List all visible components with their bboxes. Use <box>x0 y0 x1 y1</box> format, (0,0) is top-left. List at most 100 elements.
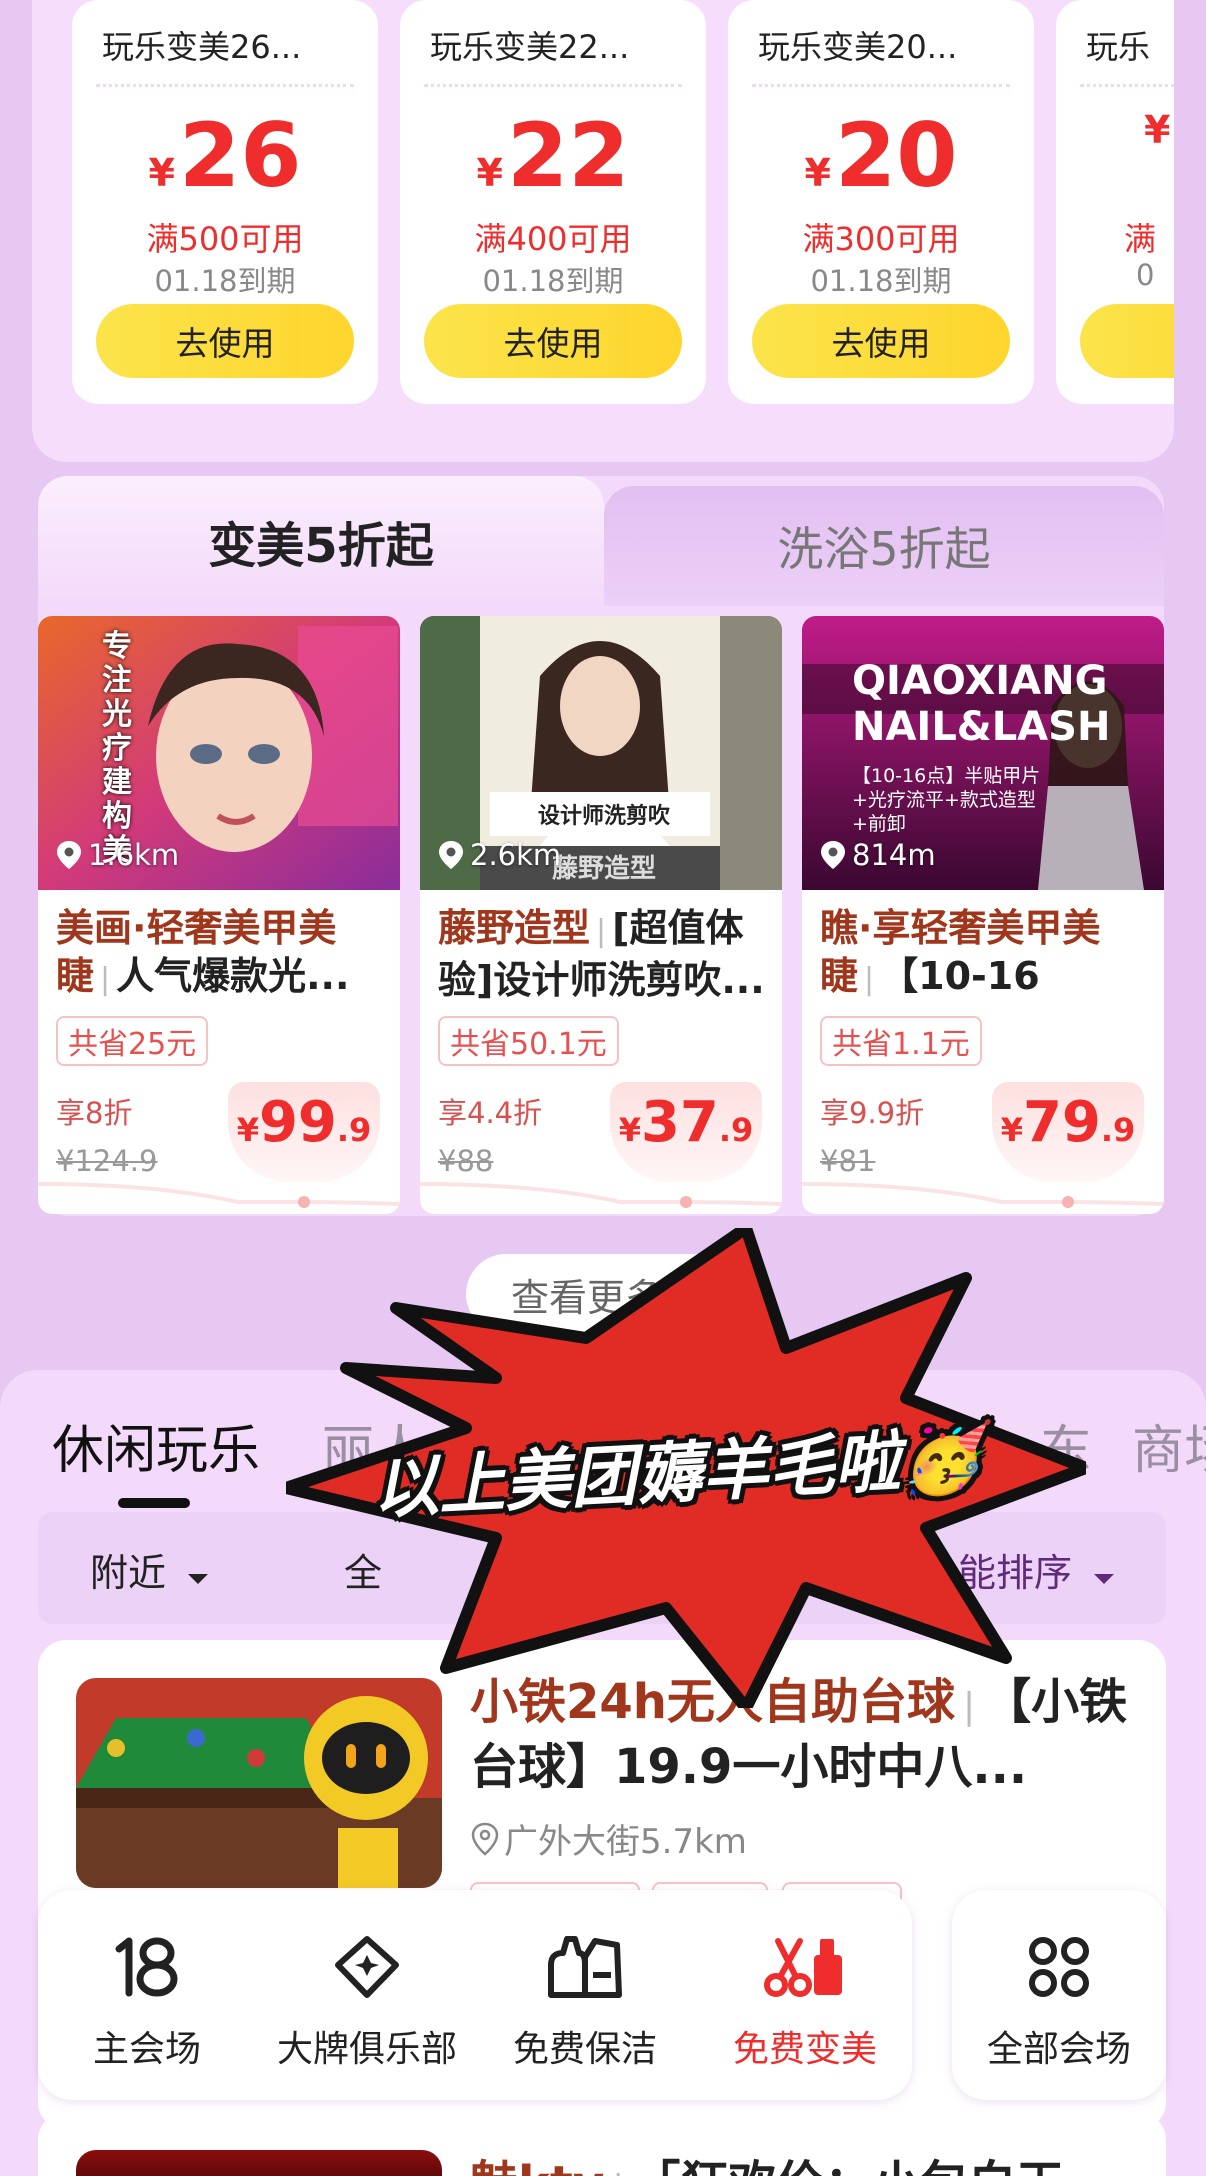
price-curve-decoration <box>802 1182 1164 1208</box>
use-coupon-button[interactable] <box>1080 304 1174 378</box>
scissors-beauty-icon <box>700 1930 910 2004</box>
billiards-image-art <box>76 1678 442 1888</box>
nav-label: 免费变美 <box>732 2029 877 2070</box>
currency-symbol: ¥ <box>476 151 503 195</box>
caret-down-icon <box>188 1574 209 1584</box>
price-decimal: .9 <box>718 1111 754 1149</box>
grid-four-icon <box>954 1930 1164 2004</box>
main-venue-18-icon <box>42 1930 252 2004</box>
currency-symbol: ¥ <box>1000 1111 1023 1149</box>
store-title[interactable]: 小铁24h无人自助台球 | 【小铁台球】19.9一小时中八... <box>470 1672 1130 1792</box>
deal-card[interactable]: QIAOXIANG NAIL&LASH 【10-16点】半贴甲片+光疗流平+款式… <box>802 616 1164 1214</box>
coupon-condition: 满 <box>1124 220 1157 258</box>
title-separator: | <box>864 962 875 997</box>
discount-label: 享9.9折 <box>820 1096 925 1130</box>
category-tab-partial[interactable]: 东 <box>1040 1408 1092 1483</box>
coupon-card[interactable]: 玩乐变美20... ¥20 满300可用 01.18到期 去使用 <box>728 0 1034 404</box>
coupon-title: 玩乐变美22... <box>430 28 630 66</box>
deal-card[interactable]: 专注光疗建构美 1.6km 美画·轻奢美甲美睫 | 人气爆款光... 共省25元 享… <box>38 616 400 1214</box>
coupon-value: 20 <box>834 104 958 207</box>
deal-image-caption: 专注光疗建构美 <box>102 629 132 868</box>
title-separator: | <box>100 962 111 997</box>
use-coupon-button[interactable]: 去使用 <box>424 304 682 378</box>
cleaning-bottle-icon <box>480 1930 690 2004</box>
currency-symbol: ¥ <box>618 1111 641 1149</box>
nav-label: 全部会场 <box>986 2029 1131 2070</box>
category-tab-mall[interactable]: 商场 <box>1132 1408 1206 1483</box>
title-separator: | <box>962 1686 976 1727</box>
store-location-text: 广外大街5.7km <box>504 1822 747 1862</box>
store-location: 广外大街5.7km <box>470 1814 747 1863</box>
use-coupon-button[interactable]: 去使用 <box>96 304 354 378</box>
nav-brand-club[interactable]: 大牌俱乐部 <box>262 1930 472 2072</box>
price-curve-decoration <box>420 1182 782 1208</box>
coupon-condition: 满500可用 <box>146 220 304 258</box>
nav-label: 主会场 <box>92 2029 201 2070</box>
deal-image-caption: 设计师洗剪吹 <box>537 804 670 829</box>
filter-all[interactable]: 全 <box>344 1542 382 1597</box>
deal-image-caption: QIAOXIANG NAIL&LASH <box>852 658 1111 750</box>
caret-down-icon <box>1094 1574 1115 1584</box>
coupon-divider <box>1080 84 1174 87</box>
store-title[interactable]: 魅ktv | 「狂欢价：小包白天 <box>470 2144 1064 2176</box>
category-tab-leisure[interactable]: 休闲玩乐 <box>52 1408 260 1483</box>
savings-badge: 共省1.1元 <box>820 1016 982 1066</box>
deal-price: ¥99.9 <box>228 1082 380 1182</box>
view-more-button[interactable]: 查看更多 <box>466 1254 736 1334</box>
savings-badge: 共省50.1元 <box>438 1016 619 1066</box>
deal-price: ¥79.9 <box>992 1082 1144 1182</box>
filter-nearby-label: 附近 <box>90 1551 167 1595</box>
filter-sort-label: 能排序 <box>958 1551 1073 1595</box>
original-price: ¥81 <box>820 1144 876 1178</box>
filter-nearby[interactable]: 附近 <box>90 1542 210 1597</box>
tab-beauty-deals[interactable]: 变美5折起 <box>38 476 604 606</box>
currency-symbol: ¥ <box>236 1111 259 1149</box>
distance-value: 814m <box>852 838 936 872</box>
store-image <box>76 2150 442 2176</box>
location-pin-icon <box>471 1822 499 1856</box>
coupon-expiry: 01.18到期 <box>810 264 952 298</box>
coupon-expiry: 01.18到期 <box>482 264 624 298</box>
currency-symbol: ¥ <box>804 151 831 195</box>
deal-name: 人气爆款光... <box>116 954 350 998</box>
coupon-divider <box>424 84 682 87</box>
price-integer: 37 <box>640 1090 719 1155</box>
deal-brand: 藤野造型 <box>438 906 591 950</box>
distance-label: 814m <box>820 838 936 872</box>
deal-image: QIAOXIANG NAIL&LASH 【10-16点】半贴甲片+光疗流平+款式… <box>802 616 1164 890</box>
coupon-card[interactable]: 玩乐变美26... ¥26 满500可用 01.18到期 去使用 <box>72 0 378 404</box>
savings-badge: 共省25元 <box>56 1016 209 1066</box>
coupon-divider <box>96 84 354 87</box>
location-pin-icon <box>821 841 845 869</box>
store-image <box>76 1678 442 1888</box>
coupon-amount: ¥20 <box>728 108 1034 204</box>
original-price: ¥88 <box>438 1144 494 1178</box>
store-brand: 魅ktv <box>470 2156 604 2176</box>
coupon-amount: ¥22 <box>400 108 706 204</box>
distance-label: 2.6km <box>438 838 561 872</box>
deal-title: 瞧·享轻奢美甲美睫|【10-16点】... <box>820 904 1150 1000</box>
active-tab-indicator <box>118 1498 190 1508</box>
nav-free-cleaning[interactable]: 免费保洁 <box>480 1930 690 2072</box>
store-deal-name: 「狂欢价：小包白天 <box>632 2156 1064 2176</box>
view-more-label: 查看更多 <box>510 1275 663 1320</box>
chevron-down-icon <box>671 1290 687 1300</box>
nav-all-venues[interactable]: 全部会场 <box>954 1930 1164 2072</box>
nav-free-beauty[interactable]: 免费变美 <box>700 1930 910 2072</box>
tab-bath-deals[interactable]: 洗浴5折起 <box>604 486 1164 606</box>
distance-value: 2.6km <box>470 838 562 872</box>
coupon-card-partial[interactable]: 玩乐 ¥ 满 0 <box>1056 0 1174 404</box>
deal-card[interactable]: 设计师洗剪吹 藤野造型 2.6km 藤野造型 | [超值体验]设计师洗剪吹... 共… <box>420 616 782 1214</box>
nav-main-venue[interactable]: 主会场 <box>42 1930 252 2072</box>
deal-price: ¥37.9 <box>610 1082 762 1182</box>
nav-label: 大牌俱乐部 <box>276 2029 457 2070</box>
coupon-expiry: 0 <box>1136 258 1155 292</box>
coupon-value: 22 <box>506 104 630 207</box>
filter-sort[interactable]: 能排序 <box>958 1542 1116 1597</box>
title-separator: | <box>596 914 607 949</box>
coupon-card[interactable]: 玩乐变美22... ¥22 满400可用 01.18到期 去使用 <box>400 0 706 404</box>
deal-title: 美画·轻奢美甲美睫 | 人气爆款光... <box>56 904 386 1000</box>
distance-label: 1.6km <box>56 838 179 872</box>
use-coupon-button[interactable]: 去使用 <box>752 304 1010 378</box>
store-brand: 小铁24h无人自助台球 <box>470 1674 955 1730</box>
